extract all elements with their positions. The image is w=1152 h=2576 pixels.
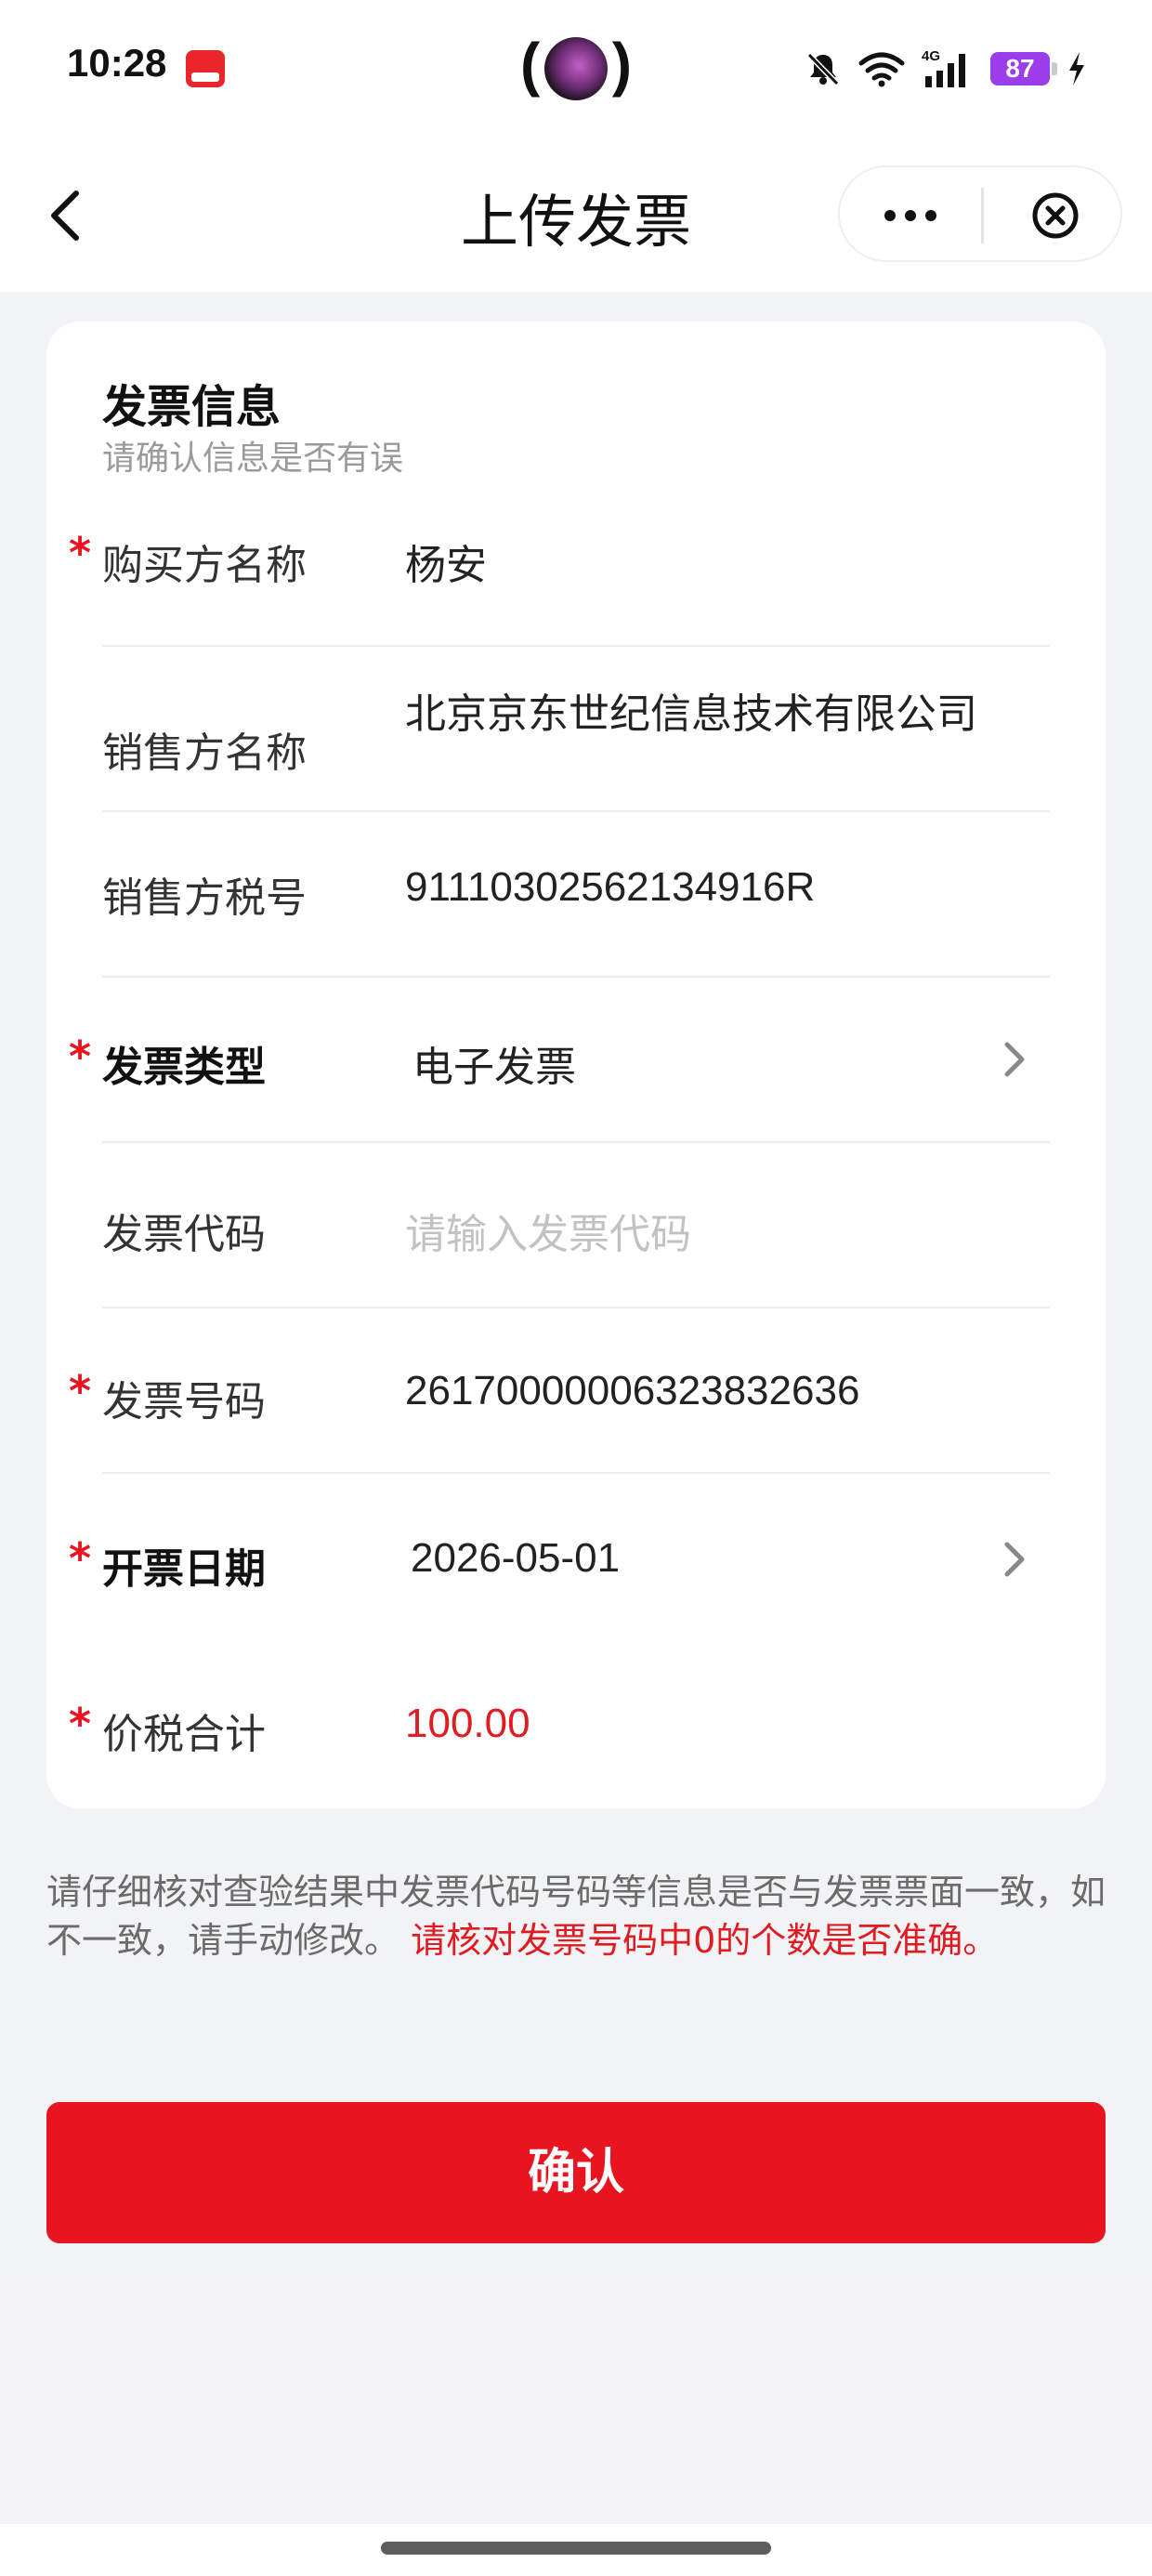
status-icons: 4G 87 <box>805 45 1087 93</box>
seller-name-label: 销售方名称 <box>102 729 307 777</box>
chevron-right-icon <box>1004 1542 1025 1577</box>
seller-tax-id-label: 销售方税号 <box>102 874 307 922</box>
invoice-type-label: 发票类型 <box>102 1044 266 1091</box>
nav-bar: 上传发票 <box>0 139 1152 292</box>
issue-date-row[interactable]: * 开票日期 2026-05-01 <box>69 1472 1050 1637</box>
total-amount-row[interactable]: * 价税合计 100.00 <box>69 1637 1050 1803</box>
total-amount-value[interactable]: 100.00 <box>405 1701 530 1747</box>
card-subtitle: 请确认信息是否有误 <box>102 440 404 478</box>
more-dots-icon <box>884 210 936 221</box>
invoice-type-value[interactable]: 电子发票 <box>412 1033 576 1093</box>
capsule-divider <box>981 188 984 243</box>
required-mark: * <box>69 1533 92 1584</box>
chevron-right-icon <box>1004 1042 1025 1077</box>
status-bar: 10:28 ( ) 4G 87 <box>0 0 1152 139</box>
signal-4g-icon: 4G <box>922 48 965 87</box>
seller-tax-id-row[interactable]: 销售方税号 91110302562134916R <box>102 810 1050 978</box>
invoice-code-input[interactable]: 请输入发票代码 <box>405 1201 691 1260</box>
app-notification-icon <box>186 50 225 87</box>
invoice-info-card: 发票信息 请确认信息是否有误 * 购买方名称 杨安 销售方名称 北京京东世纪信息… <box>46 322 1106 1808</box>
avatar-icon <box>544 37 608 100</box>
more-button[interactable] <box>873 186 948 245</box>
close-circle-icon <box>1032 192 1079 239</box>
seller-name-value[interactable]: 北京京东世纪信息技术有限公司 <box>405 680 977 740</box>
battery-indicator: 87 <box>990 52 1057 85</box>
seller-name-row[interactable]: 销售方名称 北京京东世纪信息技术有限公司 <box>102 645 1050 812</box>
verification-notice: 请仔细核对查验结果中发票代码号码等信息是否与发票票面一致，如不一致，请手动修改。… <box>46 1868 1106 1965</box>
indicator-bracket-right-icon: ) <box>611 31 632 98</box>
buyer-name-row[interactable]: * 购买方名称 杨安 <box>69 480 1050 647</box>
issue-date-value[interactable]: 2026-05-01 <box>411 1535 620 1582</box>
invoice-number-row[interactable]: * 发票号码 26170000006323832636 <box>69 1307 1050 1474</box>
buyer-name-label: 购买方名称 <box>102 542 307 589</box>
issue-date-label: 开票日期 <box>102 1545 266 1593</box>
invoice-code-label: 发票代码 <box>102 1211 266 1258</box>
required-mark: * <box>69 1032 92 1082</box>
card-title: 发票信息 <box>102 381 281 433</box>
required-mark: * <box>69 1366 92 1416</box>
confirm-button[interactable]: 确认 <box>46 2102 1106 2243</box>
voice-assistant-indicator: ( ) <box>520 32 632 106</box>
wifi-icon <box>858 52 905 87</box>
status-time: 10:28 <box>67 41 167 85</box>
mini-program-capsule <box>838 165 1122 262</box>
home-indicator[interactable] <box>381 2542 771 2555</box>
indicator-bracket-left-icon: ( <box>520 31 541 98</box>
svg-text:4G: 4G <box>922 48 940 64</box>
mute-bell-icon <box>806 52 840 86</box>
invoice-number-value[interactable]: 26170000006323832636 <box>405 1368 859 1414</box>
required-mark: * <box>69 528 92 578</box>
required-mark: * <box>69 1699 92 1749</box>
buyer-name-value[interactable]: 杨安 <box>405 532 487 591</box>
seller-tax-id-value[interactable]: 91110302562134916R <box>405 864 815 911</box>
invoice-number-label: 发票号码 <box>102 1378 266 1426</box>
total-amount-label: 价税合计 <box>102 1711 266 1758</box>
charging-bolt-icon <box>1069 52 1084 85</box>
notice-warning: 请核对发票号码中0的个数是否准确。 <box>411 1920 999 1961</box>
page-bottom-area <box>0 2275 1152 2531</box>
invoice-type-row[interactable]: * 发票类型 电子发票 <box>69 976 1050 1143</box>
close-button[interactable] <box>1029 190 1081 242</box>
invoice-code-row[interactable]: 发票代码 请输入发票代码 <box>102 1141 1050 1308</box>
